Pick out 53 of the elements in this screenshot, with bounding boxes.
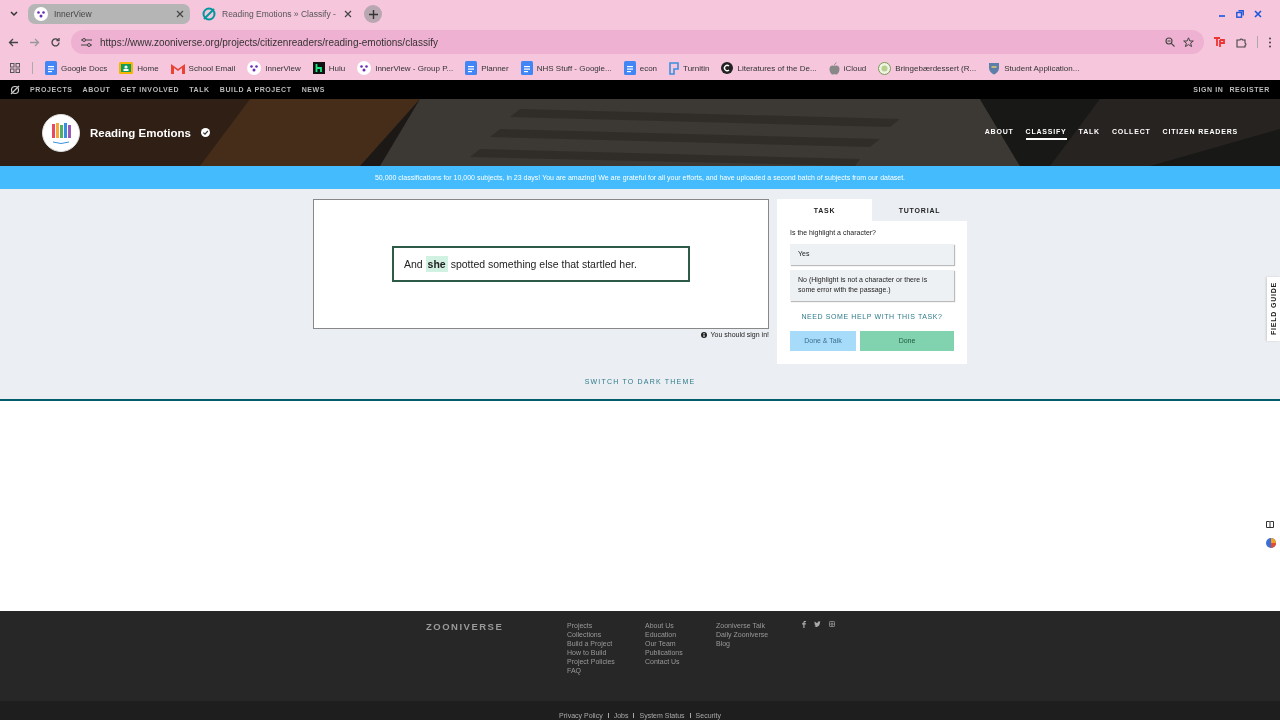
instagram-icon[interactable] <box>829 621 835 627</box>
puzzle-icon[interactable] <box>1236 36 1247 48</box>
badge-icon <box>878 61 892 75</box>
globe-icon[interactable] <box>1266 538 1276 548</box>
bookmark[interactable]: NHS Stuff - Google... <box>520 61 612 75</box>
close-icon[interactable] <box>344 10 352 18</box>
document-icon <box>465 61 478 75</box>
close-icon[interactable] <box>1254 10 1262 18</box>
back-icon[interactable] <box>8 36 19 48</box>
browser-tab[interactable]: Reading Emotions » Classify - <box>196 4 358 24</box>
close-icon[interactable] <box>176 10 184 18</box>
verified-icon <box>200 128 210 137</box>
mail-icon <box>170 62 185 74</box>
bookmark[interactable]: Literatures of the De... <box>721 62 817 74</box>
classroom-icon <box>119 62 134 74</box>
document-icon <box>623 61 636 75</box>
bookmark[interactable]: School Email <box>170 62 236 74</box>
site-settings-icon[interactable] <box>81 37 92 47</box>
circle-icon <box>721 62 734 74</box>
new-tab-button[interactable] <box>364 5 382 23</box>
bookmark[interactable]: Google Docs <box>45 61 108 75</box>
reload-icon[interactable] <box>50 36 61 48</box>
menu-icon[interactable] <box>1268 36 1272 48</box>
restore-icon[interactable] <box>1236 10 1244 18</box>
passage-text: And she spotted something else that startled her. <box>392 246 690 282</box>
shield-icon <box>988 61 1001 75</box>
document-icon <box>45 61 57 75</box>
bookmark[interactable]: econ <box>623 61 658 75</box>
star-icon[interactable] <box>1183 36 1194 48</box>
bookmark[interactable]: Turnitin <box>669 61 710 75</box>
bookmark[interactable]: InnerView <box>247 61 301 75</box>
project-title: Reading Emotions <box>90 126 191 139</box>
address-bar[interactable]: https://www.zooniverse.org/projects/citizenreaders/reading-emotions/classify <box>71 30 1204 54</box>
hulu-icon <box>312 62 325 74</box>
info-icon <box>701 331 708 338</box>
bookmark[interactable]: Bringebærdessert (R... <box>878 61 977 75</box>
document-icon <box>520 61 533 75</box>
bookmark[interactable]: Planner <box>465 61 509 75</box>
apple-icon <box>828 61 840 75</box>
footer-logo[interactable]: ZOONIVERSE <box>426 621 567 701</box>
bookmark[interactable]: iCloud <box>828 61 867 75</box>
extension-logo-icon[interactable] <box>1214 37 1226 47</box>
bookmark[interactable]: Home <box>119 62 159 74</box>
bookmark[interactable]: Hulu <box>312 62 346 74</box>
zoom-icon[interactable] <box>1165 37 1175 47</box>
apps-grid-icon[interactable] <box>10 63 20 73</box>
book-icon[interactable] <box>1266 521 1274 528</box>
bookmark[interactable]: InnerView - Group P... <box>357 61 454 75</box>
twitter-icon[interactable] <box>814 621 821 627</box>
facebook-icon[interactable] <box>802 621 806 628</box>
plus-icon[interactable] <box>368 9 378 19</box>
browser-tab[interactable]: InnerView <box>28 4 190 24</box>
bookmark[interactable]: Student Application... <box>988 61 1080 75</box>
